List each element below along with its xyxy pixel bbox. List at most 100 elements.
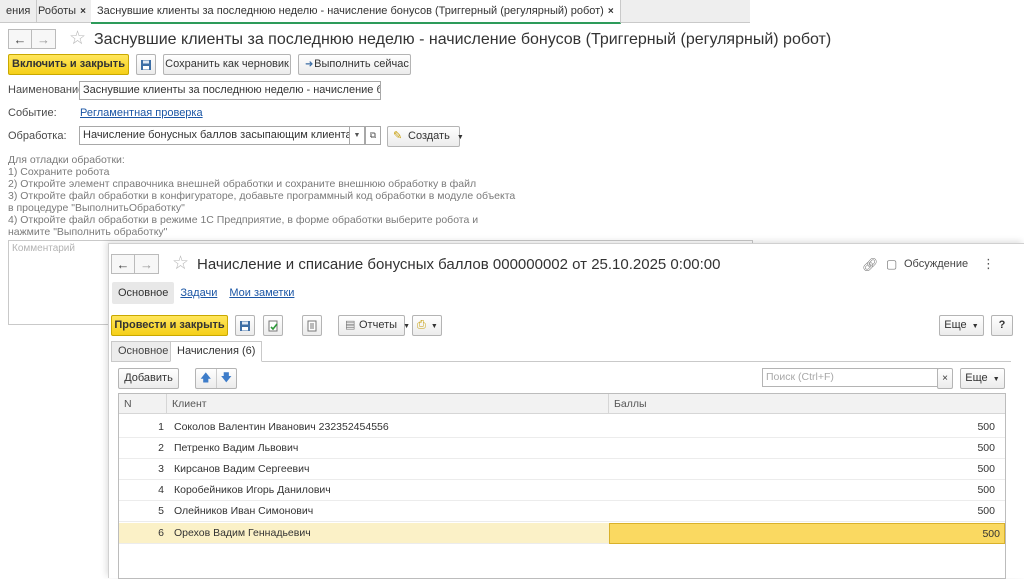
- document-window: ← → ☆ Начисление и списание бонусных бал…: [108, 243, 1024, 579]
- points-cell[interactable]: 500: [609, 501, 999, 522]
- section-tab-tasks[interactable]: Задачи: [174, 282, 223, 304]
- print-menu-button[interactable]: ⎙ ▼: [412, 315, 442, 336]
- points-cell[interactable]: 500: [609, 417, 999, 438]
- row-number: 6: [158, 527, 164, 539]
- client-cell[interactable]: Петренко Вадим Львович: [174, 438, 604, 459]
- close-icon[interactable]: ×: [608, 6, 614, 17]
- chevron-down-icon: ▼: [403, 323, 411, 330]
- row-number: 5: [158, 505, 164, 517]
- tab-robots[interactable]: Роботы ×: [32, 0, 93, 23]
- client-cell[interactable]: Кирсанов Вадим Сергеевич: [174, 459, 604, 480]
- page-title: Заснувшие клиенты за последнюю неделю - …: [94, 31, 832, 48]
- column-header-points[interactable]: Баллы: [609, 394, 1005, 414]
- client-cell[interactable]: Орехов Вадим Геннадьевич: [174, 523, 604, 544]
- discussion-icon[interactable]: ▢: [886, 257, 897, 271]
- nav-buttons: ← →: [8, 29, 56, 49]
- document-list-button[interactable]: [302, 315, 322, 336]
- table-row[interactable]: 3 Кирсанов Вадим Сергеевич 500: [119, 459, 1005, 480]
- table-row[interactable]: 4 Коробейников Игорь Данилович 500: [119, 480, 1005, 501]
- add-button[interactable]: Добавить: [118, 368, 179, 389]
- points-cell[interactable]: 500: [609, 459, 999, 480]
- points-cell[interactable]: 500: [609, 438, 999, 459]
- floppy-icon: [141, 59, 151, 70]
- move-down-icon[interactable]: 🡇: [217, 369, 237, 388]
- open-link-icon[interactable]: ⧉: [365, 126, 381, 145]
- points-cell-active[interactable]: 500: [609, 523, 1005, 544]
- post-icon: [268, 320, 278, 331]
- create-button[interactable]: ✎ Создать ▼: [387, 126, 464, 147]
- chevron-down-icon: ▼: [992, 376, 1000, 383]
- points-cell[interactable]: 500: [609, 480, 999, 501]
- event-link[interactable]: Регламентная проверка: [80, 107, 203, 119]
- row-number: 3: [158, 463, 164, 475]
- table-row[interactable]: 5 Олейников Иван Симонович 500: [119, 501, 1005, 522]
- event-label: Событие:: [8, 107, 57, 119]
- section-tab-main[interactable]: Основное: [112, 282, 175, 304]
- accruals-table: N Клиент Баллы 1 Соколов Валентин Иванов…: [118, 393, 1006, 579]
- clear-search-icon[interactable]: ×: [937, 368, 953, 389]
- search-input[interactable]: Поиск (Ctrl+F): [762, 368, 938, 387]
- client-cell[interactable]: Олейников Иван Симонович: [174, 501, 604, 522]
- column-header-n[interactable]: N: [119, 394, 167, 414]
- print-icon: ⎙: [417, 319, 426, 331]
- tab-robot-form[interactable]: Заснувшие клиенты за последнюю неделю - …: [91, 0, 621, 24]
- save-button[interactable]: [136, 54, 156, 75]
- reports-button[interactable]: ▤ Отчеты ▼: [338, 315, 410, 336]
- tab-label: Заснувшие клиенты за последнюю неделю - …: [97, 5, 604, 17]
- chevron-down-icon[interactable]: ▼: [349, 126, 365, 145]
- table-row-selected[interactable]: 6 Орехов Вадим Геннадьевич 500: [119, 523, 1005, 544]
- create-label: Создать: [408, 130, 450, 142]
- favorite-star-icon[interactable]: ☆: [172, 254, 189, 273]
- instruction-line: в процедуре "ВыполнитьОбработку": [8, 202, 185, 214]
- tab-label: Роботы: [38, 5, 77, 17]
- page-tab-accruals[interactable]: Начисления (6): [170, 341, 263, 362]
- run-now-label: Выполнить сейчас: [314, 58, 409, 70]
- column-header-client[interactable]: Клиент: [167, 394, 609, 414]
- tab-label: ения: [6, 5, 31, 17]
- comment-placeholder: Комментарий: [12, 243, 75, 254]
- more-label: Еще: [944, 319, 967, 331]
- link-icon[interactable]: 🔗︎: [862, 257, 879, 273]
- section-tab-notes[interactable]: Мои заметки: [223, 282, 300, 304]
- processing-field[interactable]: Начисление бонусных баллов засыпающим кл…: [79, 126, 350, 145]
- client-cell[interactable]: Коробейников Игорь Данилович: [174, 480, 604, 501]
- reports-label: Отчеты: [359, 319, 398, 331]
- more-menu-icon[interactable]: ⋮: [982, 256, 995, 272]
- name-label: Наименование:: [8, 84, 88, 96]
- post-document-button[interactable]: [263, 315, 283, 336]
- chevron-down-icon: ▼: [456, 134, 464, 141]
- instruction-line: 2) Откройте элемент справочника внешней …: [8, 178, 477, 190]
- enable-and-close-button[interactable]: Включить и закрыть: [8, 54, 129, 75]
- table-header: N Клиент Баллы: [119, 394, 1005, 414]
- run-now-button[interactable]: ➜ Выполнить сейчас: [298, 54, 411, 75]
- more-label: Еще: [965, 372, 988, 384]
- table-row[interactable]: 1 Соколов Валентин Иванович 232352454556…: [119, 417, 1005, 438]
- client-cell[interactable]: Соколов Валентин Иванович 232352454556: [174, 417, 604, 438]
- save-draft-button[interactable]: Сохранить как черновик: [163, 54, 291, 75]
- instruction-line: Для отладки обработки:: [8, 154, 125, 166]
- move-up-icon[interactable]: 🡅: [196, 369, 217, 388]
- save-button[interactable]: [235, 315, 255, 336]
- help-button[interactable]: ?: [991, 315, 1013, 336]
- chevron-down-icon: ▼: [971, 323, 979, 330]
- list-icon: [307, 320, 317, 331]
- post-and-close-button[interactable]: Провести и закрыть: [111, 315, 228, 336]
- table-row[interactable]: 2 Петренко Вадим Львович 500: [119, 438, 1005, 459]
- page-tab-main[interactable]: Основное: [111, 341, 176, 362]
- back-arrow-icon[interactable]: ←: [8, 29, 32, 49]
- favorite-star-icon[interactable]: ☆: [69, 29, 86, 48]
- table-more-button[interactable]: Еще ▼: [960, 368, 1005, 389]
- discussion-button[interactable]: Обсуждение: [904, 258, 968, 270]
- forward-arrow-icon[interactable]: →: [32, 29, 56, 49]
- instruction-line: 4) Откройте файл обработки в режиме 1С П…: [8, 214, 479, 226]
- name-field[interactable]: Заснувшие клиенты за последнюю неделю - …: [79, 81, 381, 100]
- floppy-icon: [240, 320, 250, 331]
- instruction-line: 1) Сохраните робота: [8, 166, 110, 178]
- close-icon[interactable]: ×: [80, 6, 86, 17]
- section-tabs: Основное Задачи Мои заметки: [112, 282, 300, 304]
- forward-arrow-icon[interactable]: →: [135, 254, 159, 274]
- create-icon: ✎: [393, 130, 403, 142]
- row-number: 1: [158, 421, 164, 433]
- back-arrow-icon[interactable]: ←: [111, 254, 135, 274]
- more-button[interactable]: Еще ▼: [939, 315, 984, 336]
